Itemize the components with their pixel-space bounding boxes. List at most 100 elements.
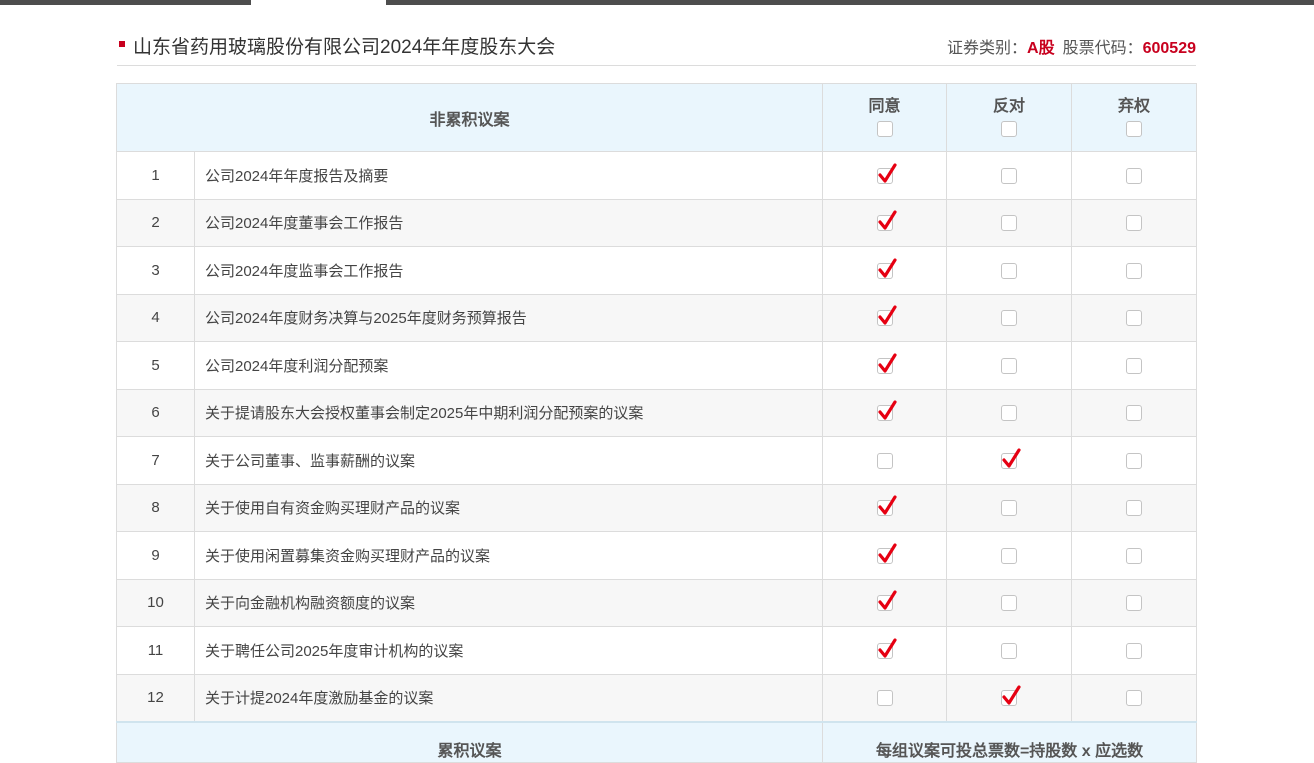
agree-checkbox[interactable]: [876, 495, 897, 517]
abstain-checkbox[interactable]: [1126, 262, 1143, 279]
proposal-rows: 1 公司2024年年度报告及摘要 2 公司2024年度董事会工作报告 3 公司2024年度…: [116, 151, 1198, 722]
oppose-cell: [946, 293, 1073, 342]
table-row: 8 关于使用自有资金购买理财产品的议案: [116, 483, 1198, 532]
table-row: 4 公司2024年度财务决算与2025年度财务预算报告: [116, 293, 1198, 342]
oppose-checkbox[interactable]: [1001, 642, 1018, 659]
oppose-cell: [946, 341, 1073, 390]
oppose-checkbox[interactable]: [1001, 357, 1018, 374]
oppose-cell: [946, 246, 1073, 295]
meeting-header: 山东省药用玻璃股份有限公司2024年年度股东大会 证券类别：A股 股票代码：600…: [117, 26, 1196, 66]
abstain-checkbox[interactable]: [1126, 690, 1143, 707]
oppose-cell: [946, 436, 1073, 485]
abstain-checkbox[interactable]: [1126, 357, 1143, 374]
red-checkmark-icon: [877, 590, 897, 610]
oppose-checkbox[interactable]: [1001, 595, 1018, 612]
agree-checkbox[interactable]: [876, 163, 897, 184]
table-header-row: 非累积议案 同意 反对 弃权: [115, 83, 1198, 152]
proposal-title: 公司2024年度财务决算与2025年度财务预算报告: [193, 293, 824, 342]
table-row: 7 关于公司董事、监事薪酬的议案: [116, 436, 1198, 485]
agree-cell: [822, 151, 948, 200]
abstain-cell: [1071, 626, 1198, 675]
agree-checkbox[interactable]: [876, 543, 897, 564]
agree-checkbox[interactable]: [876, 210, 897, 232]
proposal-number: 2: [116, 198, 195, 247]
abstain-checkbox[interactable]: [1126, 452, 1143, 469]
proposal-title: 关于使用闲置募集资金购买理财产品的议案: [193, 531, 824, 580]
abstain-checkbox[interactable]: [1126, 405, 1143, 422]
oppose-cell: [946, 483, 1073, 532]
abstain-checkbox[interactable]: [1126, 310, 1143, 327]
abstain-checkbox[interactable]: [1126, 500, 1143, 517]
abstain-checkbox[interactable]: [1126, 642, 1143, 659]
oppose-checkbox[interactable]: [1001, 547, 1018, 564]
select-all-oppose-checkbox[interactable]: [1001, 121, 1018, 137]
proposal-title: 关于向金融机构融资额度的议案: [193, 578, 824, 627]
stock-code-label: 股票代码：: [1062, 40, 1143, 57]
proposal-number: 6: [116, 388, 195, 437]
abstain-checkbox[interactable]: [1126, 215, 1143, 232]
agree-checkbox[interactable]: [876, 452, 893, 469]
table-row: 6 关于提请股东大会授权董事会制定2025年中期利润分配预案的议案: [116, 388, 1198, 437]
table-row: 9 关于使用闲置募集资金购买理财产品的议案: [116, 531, 1198, 580]
title-marker-icon: [119, 41, 125, 47]
proposal-number: 9: [116, 531, 195, 580]
agree-cell: [822, 293, 948, 342]
proposal-title: 公司2024年度利润分配预案: [193, 341, 824, 390]
abstain-checkbox[interactable]: [1126, 595, 1143, 612]
cumulative-note: 每组议案可投总票数=持股数 x 应选数: [822, 720, 1198, 763]
tab-inactive-right[interactable]: [386, 0, 1314, 5]
top-tab-strip: [0, 0, 1314, 6]
cumulative-header-row: 累积议案 每组议案可投总票数=持股数 x 应选数: [115, 720, 1198, 763]
stock-code-value: 600529: [1142, 40, 1196, 57]
red-checkmark-icon: [877, 305, 897, 325]
agree-checkbox[interactable]: [876, 258, 897, 279]
proposal-number: 3: [116, 246, 195, 295]
oppose-checkbox[interactable]: [1001, 215, 1018, 232]
agree-checkbox[interactable]: [876, 690, 893, 707]
agree-cell: [822, 531, 948, 580]
abstain-cell: [1071, 198, 1198, 247]
oppose-checkbox[interactable]: [1001, 310, 1018, 327]
agree-checkbox[interactable]: [876, 353, 897, 374]
oppose-checkbox[interactable]: [1001, 685, 1021, 707]
oppose-checkbox[interactable]: [1001, 500, 1018, 517]
abstain-checkbox[interactable]: [1126, 167, 1143, 184]
agree-cell: [822, 198, 948, 247]
proposal-number: 1: [116, 151, 195, 200]
agree-cell: [822, 436, 948, 485]
oppose-cell: [946, 578, 1073, 627]
proposal-title: 公司2024年度董事会工作报告: [193, 198, 824, 247]
red-checkmark-icon: [877, 543, 897, 563]
oppose-cell: [946, 531, 1073, 580]
agree-checkbox[interactable]: [876, 590, 897, 612]
tab-active[interactable]: [251, 0, 386, 5]
agree-checkbox[interactable]: [876, 305, 897, 327]
agree-cell: [822, 341, 948, 390]
oppose-column-header: 反对: [946, 83, 1073, 152]
proposal-number: 12: [116, 673, 195, 722]
oppose-checkbox[interactable]: [1001, 262, 1018, 279]
abstain-cell: [1071, 673, 1198, 722]
agree-cell: [822, 483, 948, 532]
agree-checkbox[interactable]: [876, 638, 897, 659]
abstain-cell: [1071, 483, 1198, 532]
oppose-checkbox[interactable]: [1001, 448, 1021, 469]
non-cumulative-header: 非累积议案: [115, 83, 824, 152]
abstain-cell: [1071, 436, 1198, 485]
abstain-cell: [1071, 578, 1198, 627]
red-checkmark-icon: [877, 210, 897, 230]
proposal-number: 11: [116, 626, 195, 675]
proposal-title: 关于计提2024年度激励基金的议案: [193, 673, 824, 722]
select-all-agree-checkbox[interactable]: [876, 121, 893, 137]
tab-inactive-left[interactable]: [0, 0, 251, 5]
abstain-checkbox[interactable]: [1126, 547, 1143, 564]
oppose-checkbox[interactable]: [1001, 405, 1018, 422]
proposal-title: 关于提请股东大会授权董事会制定2025年中期利润分配预案的议案: [193, 388, 824, 437]
oppose-checkbox[interactable]: [1001, 167, 1018, 184]
agree-header-label: 同意: [868, 98, 901, 115]
proposal-number: 7: [116, 436, 195, 485]
select-all-abstain-checkbox[interactable]: [1126, 121, 1143, 137]
abstain-cell: [1071, 531, 1198, 580]
abstain-header-label: 弃权: [1118, 98, 1151, 115]
agree-checkbox[interactable]: [876, 400, 897, 422]
